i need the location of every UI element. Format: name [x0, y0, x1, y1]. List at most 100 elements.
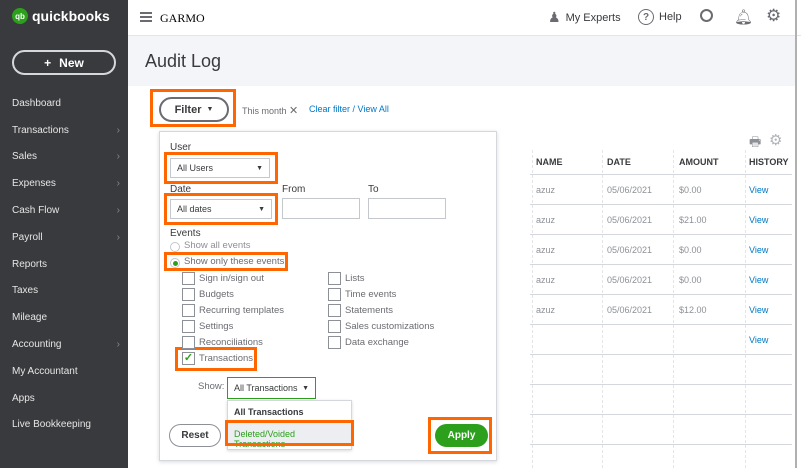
chevron-right-icon: ›: [116, 178, 120, 190]
checkbox-box[interactable]: [328, 272, 341, 285]
column-header-date[interactable]: DATE: [607, 150, 631, 174]
sidebar-item-apps[interactable]: Apps: [0, 385, 128, 412]
help-button[interactable]: ? Help: [638, 9, 682, 25]
checkbox-box[interactable]: [182, 288, 195, 301]
option-all-transactions[interactable]: All Transactions: [234, 407, 304, 417]
sidebar-item-accounting[interactable]: Accounting ›: [0, 331, 128, 358]
from-date-input[interactable]: [282, 198, 360, 219]
checkbox-box[interactable]: [328, 336, 341, 349]
column-header-history[interactable]: HISTORY: [749, 150, 789, 174]
sidebar-item-cash-flow[interactable]: Cash Flow ›: [0, 197, 128, 224]
column-header-amount[interactable]: AMOUNT: [679, 150, 719, 174]
checkbox-reconciliations[interactable]: Reconciliations: [182, 336, 263, 349]
page-title: Audit Log: [145, 51, 222, 71]
show-all-events-radio[interactable]: [170, 242, 180, 252]
checkbox-box[interactable]: [328, 320, 341, 333]
checkbox-recurring-templates[interactable]: Recurring templates: [182, 304, 284, 317]
quickbooks-logo[interactable]: qb quickbooks: [12, 8, 110, 24]
hamburger-menu-icon[interactable]: [140, 12, 152, 22]
cell-amount: $0.00: [679, 245, 702, 255]
checkbox-box[interactable]: [182, 304, 195, 317]
chevron-right-icon: ›: [116, 205, 120, 217]
clear-filter-link[interactable]: Clear filter / View All: [309, 104, 389, 114]
reset-button[interactable]: Reset: [169, 424, 221, 447]
cell-date: 05/06/2021: [607, 245, 653, 255]
checkbox-box[interactable]: [328, 288, 341, 301]
view-history-link[interactable]: View: [749, 305, 768, 315]
checkbox-lists[interactable]: Lists: [328, 272, 365, 285]
filter-button[interactable]: Filter ▼: [159, 97, 229, 122]
view-history-link[interactable]: View: [749, 215, 768, 225]
plus-icon: +: [44, 55, 52, 70]
gear-icon[interactable]: ⚙: [766, 6, 781, 26]
page-header: Audit Log: [128, 36, 795, 86]
to-date-input[interactable]: [368, 198, 446, 219]
close-icon[interactable]: ✕: [289, 105, 298, 117]
question-icon: ?: [638, 9, 654, 25]
table-row-empty: [530, 354, 792, 384]
checkbox-time-events[interactable]: Time events: [328, 288, 396, 301]
view-history-link[interactable]: View: [749, 335, 768, 345]
sidebar-item-expenses[interactable]: Expenses ›: [0, 170, 128, 197]
cell-name: azuz: [536, 215, 556, 225]
cell-name: azuz: [536, 305, 556, 315]
cell-name: azuz: [536, 185, 556, 195]
checkbox-box[interactable]: [182, 272, 195, 285]
cell-date: 05/06/2021: [607, 215, 653, 225]
checkbox-transactions[interactable]: ✓ Transactions: [182, 352, 253, 365]
view-history-link[interactable]: View: [749, 185, 768, 195]
cell-date: 05/06/2021: [607, 185, 653, 195]
checkbox-box[interactable]: [182, 336, 195, 349]
cell-amount: $21.00: [679, 215, 707, 225]
show-all-events-label[interactable]: Show all events: [184, 240, 251, 251]
sidebar-item-my-accountant[interactable]: My Accountant: [0, 358, 128, 385]
sidebar-item-payroll[interactable]: Payroll ›: [0, 224, 128, 251]
checkmark-icon[interactable]: ✓: [182, 352, 195, 365]
checkbox-data-exchange[interactable]: Data exchange: [328, 336, 409, 349]
sidebar-item-transactions[interactable]: Transactions ›: [0, 117, 128, 144]
sidebar-item-dashboard[interactable]: Dashboard: [0, 90, 128, 117]
checkbox-box[interactable]: [328, 304, 341, 317]
checkbox-settings[interactable]: Settings: [182, 320, 233, 333]
checkbox-sales-customizations[interactable]: Sales customizations: [328, 320, 434, 333]
my-experts-button[interactable]: ♟ My Experts: [548, 9, 621, 26]
table-row-empty: [530, 414, 792, 444]
table-row-empty: [530, 384, 792, 414]
filter-panel: User All Users ▼ Date All dates ▼ From To …: [159, 131, 497, 461]
checkbox-sign-in-sign-out[interactable]: Sign in/sign out: [182, 272, 264, 285]
search-icon[interactable]: [700, 9, 713, 22]
active-filter-chip[interactable]: This month ✕: [242, 104, 298, 117]
sidebar: qb quickbooks + New Dashboard Transactions…: [0, 0, 128, 468]
checkbox-box[interactable]: [182, 320, 195, 333]
sidebar-item-reports[interactable]: Reports: [0, 251, 128, 278]
top-bar: GARMO ♟ My Experts ? Help 🔔︎ ⚙: [128, 0, 801, 36]
show-label: Show:: [198, 381, 225, 392]
sidebar-item-taxes[interactable]: Taxes: [0, 278, 128, 305]
company-name: GARMO: [160, 11, 205, 25]
column-header-name[interactable]: NAME: [536, 150, 563, 174]
table-row-empty: [530, 444, 792, 474]
to-label: To: [368, 184, 379, 195]
chevron-right-icon: ›: [116, 339, 120, 351]
sidebar-item-mileage[interactable]: Mileage: [0, 304, 128, 331]
show-transactions-select[interactable]: All Transactions ▼: [227, 377, 316, 399]
table-row: azuz 05/06/2021 $0.00 View: [530, 234, 792, 264]
chevron-right-icon: ›: [116, 124, 120, 136]
events-label: Events: [170, 228, 201, 239]
table-row: View: [530, 324, 792, 354]
sidebar-item-sales[interactable]: Sales ›: [0, 144, 128, 171]
settings-gear-icon[interactable]: ⚙: [769, 131, 782, 149]
checkbox-budgets[interactable]: Budgets: [182, 288, 234, 301]
table-row: azuz 05/06/2021 $0.00 View: [530, 264, 792, 294]
sidebar-item-live-bookkeeping[interactable]: Live Bookkeeping: [0, 412, 128, 439]
cell-date: 05/06/2021: [607, 275, 653, 285]
view-history-link[interactable]: View: [749, 275, 768, 285]
view-history-link[interactable]: View: [749, 245, 768, 255]
bell-icon[interactable]: 🔔︎: [734, 8, 753, 26]
new-button[interactable]: + New: [12, 50, 116, 75]
cell-name: azuz: [536, 245, 556, 255]
cell-date: 05/06/2021: [607, 305, 653, 315]
scrollbar[interactable]: [795, 0, 797, 468]
checkbox-statements[interactable]: Statements: [328, 304, 393, 317]
chevron-right-icon: ›: [116, 231, 120, 243]
